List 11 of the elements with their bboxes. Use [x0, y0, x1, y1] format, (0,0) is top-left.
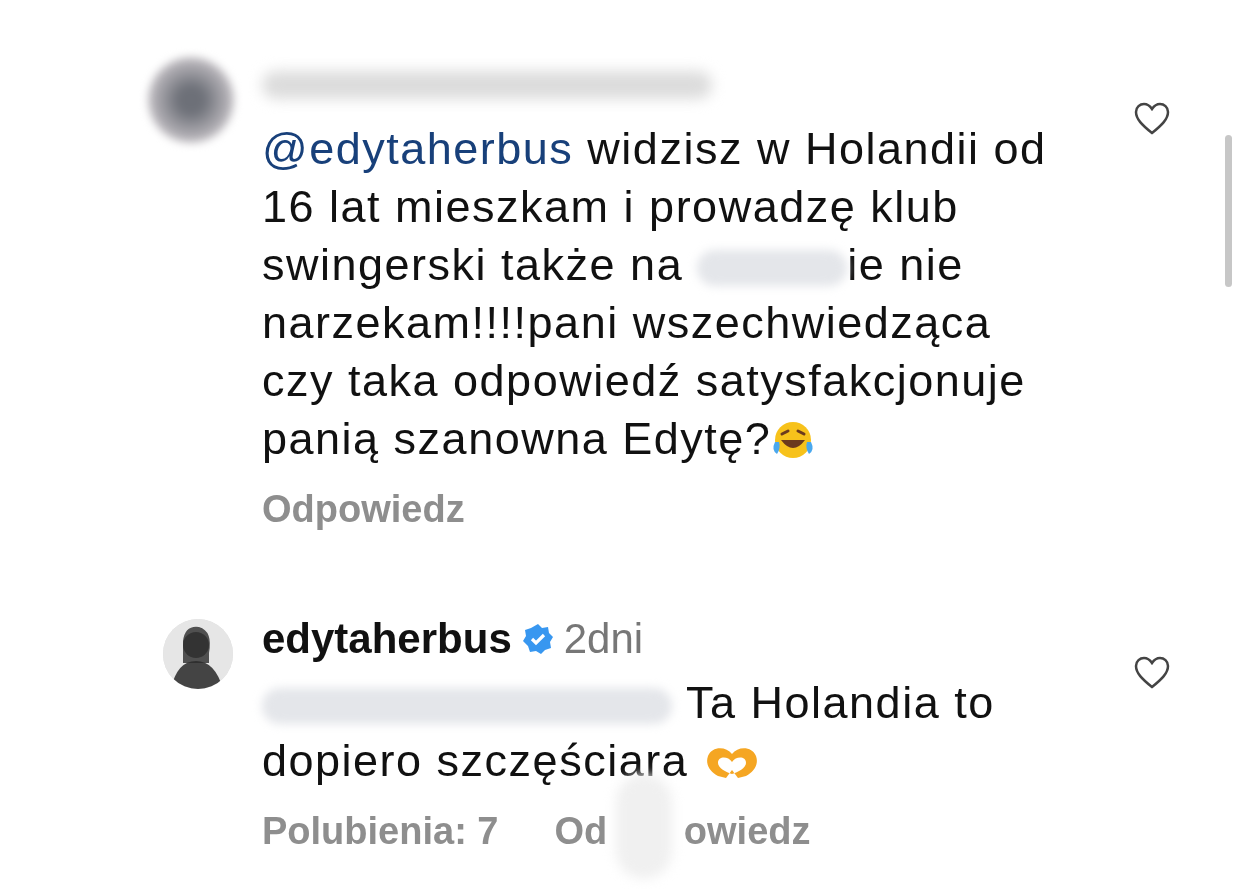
like-heart-icon[interactable] — [1134, 656, 1170, 690]
comment-text: Ta Holandia to dopiero szczęściara — [262, 676, 996, 788]
reply-link[interactable]: Odpowiedz — [262, 488, 465, 531]
likes-count[interactable]: Polubienia: 7 — [262, 810, 499, 853]
scrollbar[interactable] — [1225, 135, 1232, 287]
mention-link[interactable]: @edytaherbus — [262, 123, 574, 174]
reply-link[interactable]: Od owiedz — [554, 810, 811, 853]
timestamp: 2dni — [563, 615, 644, 663]
like-heart-icon[interactable] — [1134, 102, 1170, 136]
comment-text: @edytaherbus widzisz w Holandii od 16 lat mieszkam i prowadzę klub swingerski także na ie nie narzekam!!!!pani wszechwiedząca czy taka odpowiedź satysfakcjonuje panią szanowna Edytę? — [262, 122, 1048, 466]
username[interactable]: edytaherbus — [262, 615, 512, 663]
